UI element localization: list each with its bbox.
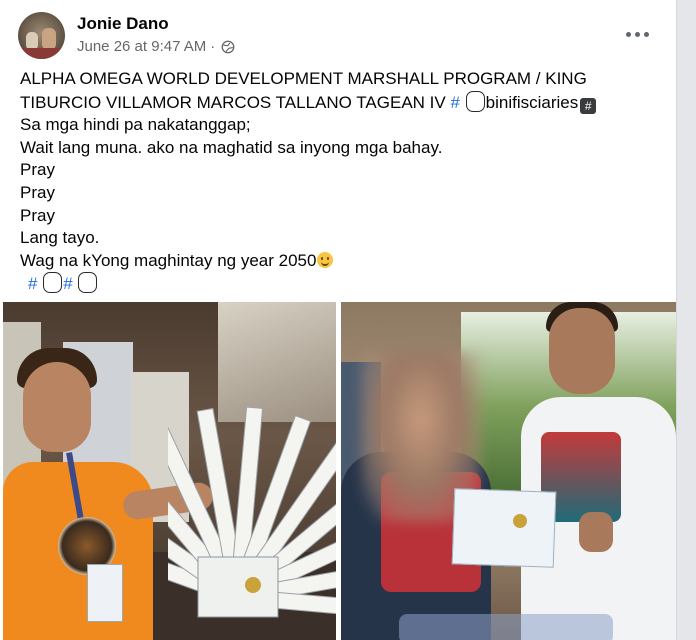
- hashtag-link[interactable]: #: [450, 93, 459, 112]
- post-line: Lang tayo.: [20, 228, 100, 248]
- post-body: ALPHA OMEGA WORLD DEVELOPMENT MARSHALL P…: [20, 68, 660, 296]
- post-photo-right[interactable]: [341, 302, 676, 640]
- hashtag-text[interactable]: binifisciaries: [486, 93, 579, 112]
- facebook-post: Jonie Dano June 26 at 9:47 AM · ALPHA OM…: [0, 0, 677, 640]
- post-timestamp[interactable]: June 26 at 9:47 AM: [77, 38, 206, 55]
- globe-icon[interactable]: [221, 40, 235, 54]
- post-line: Pray: [20, 182, 55, 202]
- meta-separator: ·: [210, 38, 216, 55]
- post-line: Wag na kYong maghintay ng year 2050: [20, 250, 660, 273]
- missing-glyph-icon: [43, 272, 63, 294]
- author-avatar[interactable]: [18, 12, 65, 59]
- hashtag-link[interactable]: #: [63, 274, 72, 293]
- hashtag-link[interactable]: #: [28, 274, 37, 293]
- post-line-text: Wag na kYong maghintay ng year 2050: [20, 250, 317, 270]
- author-name[interactable]: Jonie Dano: [77, 14, 169, 34]
- post-line: Sa mga hindi pa nakatanggap;: [20, 115, 251, 135]
- post-line: ALPHA OMEGA WORLD DEVELOPMENT MARSHALL P…: [20, 69, 587, 88]
- post-meta: June 26 at 9:47 AM ·: [77, 38, 235, 55]
- missing-glyph-icon: [78, 272, 98, 294]
- missing-glyph-icon: [465, 90, 485, 112]
- post-line-text: TIBURCIO VILLAMOR MARCOS TALLANO TAGEAN …: [20, 92, 446, 112]
- post-line: TIBURCIO VILLAMOR MARCOS TALLANO TAGEAN …: [20, 90, 660, 115]
- post-line: # #: [20, 272, 660, 296]
- hashtag-key-icon: #: [580, 97, 597, 114]
- post-photo-left[interactable]: [3, 302, 336, 640]
- post-line: Wait lang muna. ako na maghatid sa inyon…: [20, 137, 443, 157]
- post-line: Pray: [20, 160, 55, 180]
- more-horizontal-icon[interactable]: [619, 22, 655, 46]
- smile-emoji-icon: [317, 251, 334, 268]
- post-line: Pray: [20, 205, 55, 225]
- fanned-certificates: [168, 406, 336, 622]
